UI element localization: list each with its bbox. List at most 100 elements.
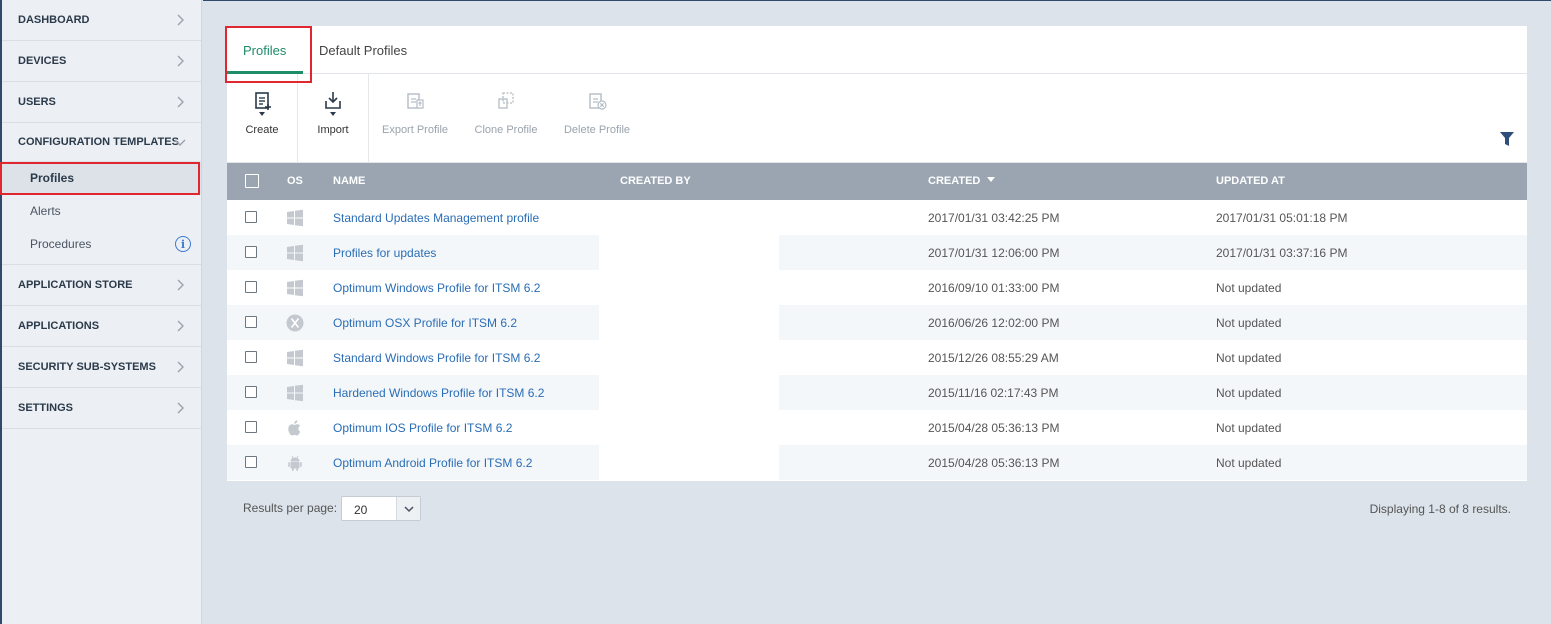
sidebar-item-alerts[interactable]: Alerts bbox=[2, 194, 201, 227]
delete-profile-icon bbox=[589, 93, 607, 110]
created-cell: 2016/09/10 01:33:00 PM bbox=[928, 281, 1060, 295]
create-profile-icon bbox=[255, 92, 271, 110]
caret-down-icon bbox=[259, 112, 265, 116]
row-checkbox[interactable] bbox=[245, 421, 257, 433]
table-row[interactable]: Profiles for updates 2017/01/31 12:06:00… bbox=[227, 235, 1527, 270]
nav-dashboard[interactable]: DASHBOARD bbox=[2, 0, 201, 41]
column-header-name[interactable]: NAME bbox=[333, 175, 365, 187]
android-icon bbox=[288, 455, 302, 471]
created-by-cell-redacted bbox=[599, 375, 779, 410]
nav-devices-label: DEVICES bbox=[18, 55, 67, 67]
profile-name-link[interactable]: Optimum Windows Profile for ITSM 6.2 bbox=[333, 281, 540, 295]
table-row[interactable]: Standard Windows Profile for ITSM 6.2 20… bbox=[227, 340, 1527, 375]
nav-devices[interactable]: DEVICES bbox=[2, 41, 201, 82]
tab-profiles[interactable]: Profiles bbox=[243, 26, 286, 74]
nav-security-sub-systems[interactable]: SECURITY SUB-SYSTEMS bbox=[2, 347, 201, 388]
table-row[interactable]: Optimum Windows Profile for ITSM 6.2 201… bbox=[227, 270, 1527, 305]
table-row[interactable]: Standard Updates Management profile 2017… bbox=[227, 200, 1527, 235]
updated-cell: Not updated bbox=[1216, 316, 1282, 330]
updated-cell: Not updated bbox=[1216, 386, 1282, 400]
nav-applications-label: APPLICATIONS bbox=[18, 320, 100, 332]
nav-settings[interactable]: SETTINGS bbox=[2, 388, 201, 429]
sidebar: DASHBOARD DEVICES USERS CONFIGURATION TE… bbox=[0, 0, 202, 624]
table-row[interactable]: Optimum Android Profile for ITSM 6.2 201… bbox=[227, 445, 1527, 480]
profile-name-link[interactable]: Standard Updates Management profile bbox=[333, 211, 539, 225]
profile-name-link[interactable]: Optimum Android Profile for ITSM 6.2 bbox=[333, 456, 532, 470]
nav-users-label: USERS bbox=[18, 96, 56, 108]
sidebar-item-profiles[interactable]: Profiles bbox=[2, 161, 201, 194]
caret-down-icon bbox=[330, 112, 336, 116]
create-button[interactable]: Create bbox=[241, 74, 283, 163]
nav-application-store-label: APPLICATION STORE bbox=[18, 279, 133, 291]
apple-icon bbox=[288, 420, 301, 436]
created-cell: 2015/12/26 08:55:29 AM bbox=[928, 351, 1059, 365]
table-row[interactable]: Hardened Windows Profile for ITSM 6.2 20… bbox=[227, 375, 1527, 410]
row-checkbox[interactable] bbox=[245, 281, 257, 293]
select-all-checkbox[interactable] bbox=[245, 174, 259, 188]
toolbar-separator bbox=[368, 74, 369, 163]
updated-cell: Not updated bbox=[1216, 456, 1282, 470]
filter-icon[interactable] bbox=[1499, 131, 1515, 147]
sidebar-item-profiles-label: Profiles bbox=[30, 170, 75, 185]
clone-profile-button[interactable]: Clone Profile bbox=[474, 74, 538, 163]
updated-cell: 2017/01/31 03:37:16 PM bbox=[1216, 246, 1348, 260]
profile-name-link[interactable]: Hardened Windows Profile for ITSM 6.2 bbox=[333, 386, 544, 400]
column-header-created[interactable]: CREATED bbox=[928, 175, 996, 187]
sort-desc-icon bbox=[987, 177, 996, 182]
row-checkbox[interactable] bbox=[245, 211, 257, 223]
windows-icon bbox=[287, 279, 303, 297]
export-profile-label: Export Profile bbox=[381, 124, 449, 136]
updated-cell: Not updated bbox=[1216, 421, 1282, 435]
main-panel: Profiles Default Profiles Create Import … bbox=[227, 26, 1527, 481]
row-checkbox[interactable] bbox=[245, 246, 257, 258]
column-header-updated-at[interactable]: UPDATED AT bbox=[1216, 175, 1285, 187]
row-checkbox[interactable] bbox=[245, 456, 257, 468]
created-cell: 2015/04/28 05:36:13 PM bbox=[928, 456, 1060, 470]
export-profile-button[interactable]: Export Profile bbox=[382, 74, 448, 163]
info-icon[interactable]: i bbox=[175, 236, 191, 252]
import-button[interactable]: Import bbox=[313, 74, 353, 163]
create-button-label: Create bbox=[245, 124, 279, 136]
nav-applications[interactable]: APPLICATIONS bbox=[2, 306, 201, 347]
tab-default-profiles[interactable]: Default Profiles bbox=[319, 26, 407, 74]
column-header-os[interactable]: OS bbox=[287, 175, 303, 187]
created-by-cell-redacted bbox=[599, 445, 779, 480]
profile-name-link[interactable]: Standard Windows Profile for ITSM 6.2 bbox=[333, 351, 540, 365]
results-per-page-select[interactable]: 20 bbox=[341, 496, 421, 521]
export-profile-icon bbox=[407, 93, 424, 109]
sidebar-item-procedures-label: Procedures bbox=[30, 236, 92, 251]
created-cell: 2017/01/31 03:42:25 PM bbox=[928, 211, 1060, 225]
profile-name-link[interactable]: Profiles for updates bbox=[333, 246, 436, 260]
table-row[interactable]: Optimum OSX Profile for ITSM 6.2 2016/06… bbox=[227, 305, 1527, 340]
chevron-right-icon bbox=[177, 320, 184, 332]
created-cell: 2015/11/16 02:17:43 PM bbox=[928, 386, 1059, 400]
row-checkbox[interactable] bbox=[245, 316, 257, 328]
column-header-created-by[interactable]: CREATED BY bbox=[620, 175, 691, 187]
nav-configuration-templates[interactable]: CONFIGURATION TEMPLATES bbox=[2, 123, 201, 161]
chevron-right-icon bbox=[177, 402, 184, 414]
sidebar-item-procedures[interactable]: Procedures i bbox=[2, 227, 201, 260]
row-checkbox[interactable] bbox=[245, 386, 257, 398]
profile-name-link[interactable]: Optimum OSX Profile for ITSM 6.2 bbox=[333, 316, 517, 330]
windows-icon bbox=[287, 209, 303, 227]
configuration-templates-group: CONFIGURATION TEMPLATES Profiles Alerts … bbox=[2, 123, 201, 265]
row-checkbox[interactable] bbox=[245, 351, 257, 363]
delete-profile-label: Delete Profile bbox=[563, 124, 631, 136]
windows-icon bbox=[287, 384, 303, 402]
clone-profile-icon bbox=[498, 92, 514, 109]
table-row[interactable]: Optimum IOS Profile for ITSM 6.2 2015/04… bbox=[227, 410, 1527, 445]
delete-profile-button[interactable]: Delete Profile bbox=[564, 74, 630, 163]
nav-users[interactable]: USERS bbox=[2, 82, 201, 123]
tab-default-profiles-label: Default Profiles bbox=[319, 42, 408, 58]
tab-profiles-label: Profiles bbox=[243, 42, 287, 58]
profile-name-link[interactable]: Optimum IOS Profile for ITSM 6.2 bbox=[333, 421, 512, 435]
results-per-page-value: 20 bbox=[354, 503, 368, 517]
chevron-right-icon bbox=[177, 14, 184, 26]
nav-security-sub-systems-label: SECURITY SUB-SYSTEMS bbox=[18, 361, 156, 373]
windows-icon bbox=[287, 349, 303, 367]
windows-icon bbox=[287, 244, 303, 262]
tab-bar: Profiles Default Profiles bbox=[227, 26, 1527, 74]
clone-profile-label: Clone Profile bbox=[474, 124, 538, 136]
chevron-right-icon bbox=[177, 279, 184, 291]
nav-application-store[interactable]: APPLICATION STORE bbox=[2, 265, 201, 306]
